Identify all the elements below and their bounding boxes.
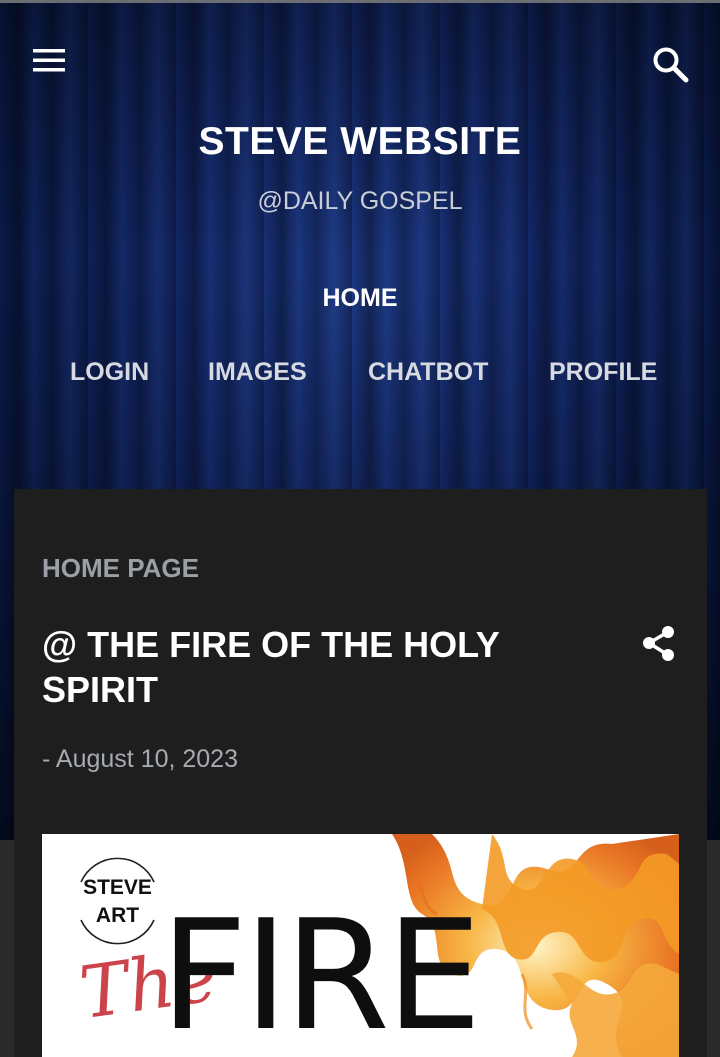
logo-text-line2: ART — [95, 904, 140, 927]
share-icon[interactable] — [639, 624, 679, 664]
post-card: HOME PAGE @ THE FIRE OF THE HOLY SPIRIT … — [14, 489, 707, 1057]
site-title[interactable]: STEVE WEBSITE — [0, 120, 720, 164]
search-icon[interactable] — [650, 44, 692, 86]
post-date: - August 10, 2023 — [42, 745, 238, 773]
logo-text-line1: STEVE — [83, 876, 152, 899]
section-label: HOME PAGE — [42, 553, 199, 583]
nav-item-images[interactable]: IMAGES — [208, 358, 307, 387]
nav-item-home[interactable]: HOME — [0, 284, 720, 313]
post-featured-image[interactable]: STEVE ART The FIRE — [42, 834, 679, 1057]
hamburger-menu-icon[interactable] — [32, 46, 66, 76]
nav-item-profile[interactable]: PROFILE — [549, 358, 657, 387]
nav-item-login[interactable]: LOGIN — [70, 358, 149, 387]
nav-item-chatbot[interactable]: CHATBOT — [368, 358, 488, 387]
post-title[interactable]: @ THE FIRE OF THE HOLY SPIRIT — [42, 622, 582, 712]
site-subtitle: @DAILY GOSPEL — [257, 187, 463, 215]
fire-word: FIRE — [160, 887, 482, 1057]
nav-bar: LOGIN IMAGES CHATBOT PROFILE — [0, 358, 720, 390]
